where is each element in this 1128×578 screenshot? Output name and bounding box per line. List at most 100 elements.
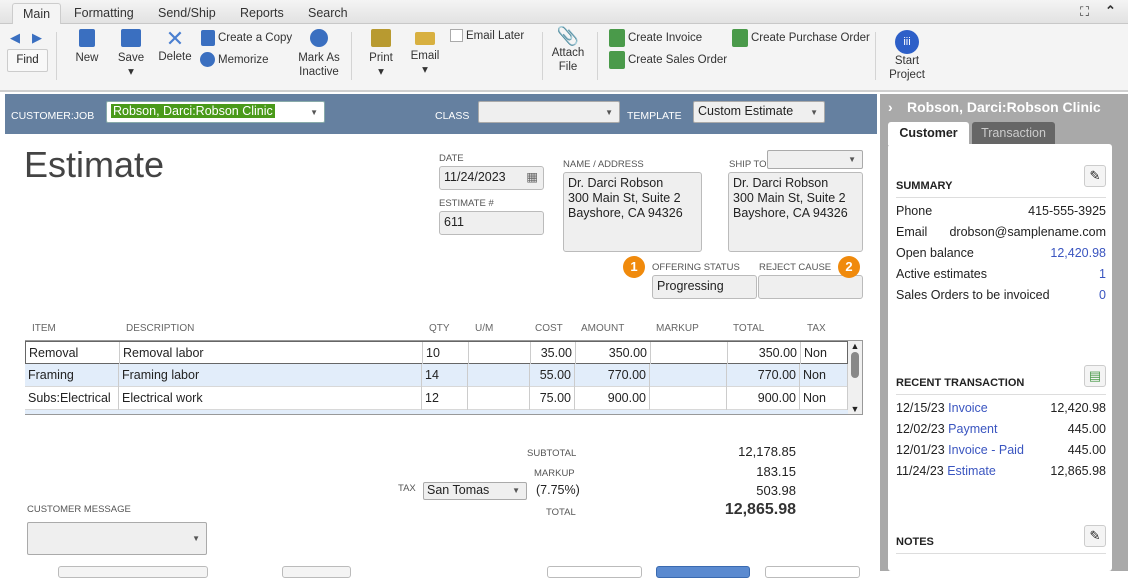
clear-button[interactable] — [765, 566, 860, 578]
cell-amount[interactable]: 900.00 — [575, 387, 650, 410]
mark-inactive-button[interactable]: Mark As Inactive — [294, 29, 344, 79]
customer-message-select[interactable]: ▼ — [27, 522, 207, 555]
cell-markup[interactable] — [650, 387, 727, 410]
cell-um[interactable] — [468, 364, 530, 387]
summary-value[interactable]: 0 — [1099, 288, 1106, 302]
tab-main[interactable]: Main — [12, 3, 62, 24]
next-arrow-icon[interactable]: ▶ — [32, 30, 42, 46]
tab-customer[interactable]: Customer — [888, 122, 969, 145]
cell-item[interactable]: Subs:Electrical — [25, 387, 119, 410]
table-row[interactable]: Subs:Electrical Electrical work 12 75.00 900… — [25, 387, 848, 410]
memorize-button[interactable]: Memorize — [200, 52, 268, 67]
cell-total[interactable]: 350.00 — [728, 342, 801, 365]
table-row[interactable]: Removal Removal labor 10 35.00 350.00 350.00 N… — [25, 341, 849, 365]
table-row[interactable]: Framing Framing labor 14 55.00 770.00 770.00 N… — [25, 364, 848, 387]
create-sales-order-button[interactable]: Create Sales Order — [609, 51, 727, 69]
checkbox-icon[interactable] — [450, 29, 463, 42]
create-invoice-button[interactable]: Create Invoice — [609, 29, 702, 47]
tab-transaction[interactable]: Transaction — [972, 122, 1055, 144]
column-header-description[interactable]: DESCRIPTION — [126, 323, 194, 334]
save-new-button[interactable] — [656, 566, 750, 578]
email-later-checkbox[interactable]: Email Later — [450, 29, 524, 42]
save-button[interactable]: Save ▾ — [116, 29, 146, 79]
cell-tax[interactable]: Non — [800, 387, 848, 410]
expand-icon[interactable]: ⛶ — [1080, 4, 1089, 20]
delete-x-icon: ✕ — [165, 26, 185, 51]
collapse-ribbon-icon[interactable]: ⌃ — [1105, 3, 1116, 19]
footer-button[interactable] — [58, 566, 208, 578]
tab-send-ship[interactable]: Send/Ship — [148, 3, 226, 24]
cell-cost[interactable]: 55.00 — [530, 364, 575, 387]
create-purchase-order-button[interactable]: Create Purchase Order — [732, 29, 870, 47]
column-header-cost[interactable]: COST — [535, 323, 563, 334]
find-button[interactable]: Find — [7, 49, 48, 72]
class-select[interactable]: ▼ — [478, 101, 620, 123]
cell-cost[interactable]: 75.00 — [530, 387, 575, 410]
tab-reports[interactable]: Reports — [230, 3, 294, 24]
cell-tax[interactable]: Non — [801, 342, 849, 365]
email-button[interactable]: Email ▾ — [408, 29, 442, 77]
column-header-markup[interactable]: MARKUP — [656, 323, 699, 334]
cell-desc[interactable]: Removal labor — [120, 342, 423, 365]
cell-markup[interactable] — [651, 342, 728, 365]
name-address-field[interactable]: Dr. Darci Robson 300 Main St, Suite 2 Bays… — [563, 172, 702, 252]
cell-amount[interactable]: 770.00 — [575, 364, 650, 387]
transaction-link[interactable]: Estimate — [947, 464, 996, 478]
tab-formatting[interactable]: Formatting — [64, 3, 144, 24]
cell-qty[interactable]: 10 — [423, 342, 469, 365]
cell-item[interactable]: Framing — [25, 364, 119, 387]
tax-code-select[interactable]: San Tomas ▼ — [423, 482, 527, 500]
scroll-up-icon[interactable]: ▲ — [848, 341, 862, 351]
summary-value[interactable]: 1 — [1099, 267, 1106, 281]
cell-amount[interactable]: 350.00 — [576, 342, 651, 365]
column-header-qty[interactable]: QTY — [429, 323, 450, 334]
previous-arrow-icon[interactable]: ◀ — [10, 30, 20, 46]
footer-button[interactable] — [282, 566, 351, 578]
attach-file-button[interactable]: 📎 Attach File — [550, 27, 586, 74]
scrollbar-thumb[interactable] — [851, 352, 859, 378]
print-button[interactable]: Print ▾ — [366, 29, 396, 79]
ship-to-select[interactable]: ▼ — [767, 150, 863, 169]
cell-tax[interactable]: Non — [800, 364, 848, 387]
cell-item[interactable]: Removal — [26, 342, 120, 365]
create-copy-button[interactable]: Create a Copy — [201, 30, 292, 46]
cell-um[interactable] — [469, 342, 531, 365]
date-field[interactable]: 11/24/2023 ▦ — [439, 166, 544, 190]
template-select[interactable]: Custom Estimate ▼ — [693, 101, 825, 123]
recent-transaction-row: 12/02/23 Payment 445.00 — [896, 422, 1106, 436]
table-row[interactable] — [25, 410, 848, 414]
cell-markup[interactable] — [650, 364, 727, 387]
save-close-button[interactable] — [547, 566, 642, 578]
cell-total[interactable]: 900.00 — [727, 387, 800, 410]
cell-desc[interactable]: Framing labor — [119, 364, 422, 387]
panel-collapse-icon[interactable]: › — [888, 99, 893, 115]
column-header-item[interactable]: ITEM — [32, 323, 56, 334]
start-project-button[interactable]: iii Start Project — [886, 30, 928, 82]
column-header-tax[interactable]: TAX — [807, 323, 826, 334]
transaction-link[interactable]: Invoice — [948, 443, 988, 457]
chevron-down-icon: ▼ — [512, 486, 520, 495]
ship-to-field[interactable]: Dr. Darci Robson 300 Main St, Suite 2 Bays… — [728, 172, 863, 252]
cell-desc[interactable]: Electrical work — [119, 387, 422, 410]
calendar-icon[interactable]: ▦ — [526, 170, 538, 185]
column-header-total[interactable]: TOTAL — [733, 323, 764, 334]
cell-total[interactable]: 770.00 — [727, 364, 800, 387]
table-scrollbar[interactable]: ▲ ▼ — [848, 341, 862, 414]
offering-status-field[interactable]: Progressing — [652, 275, 757, 299]
transaction-link[interactable]: Invoice — [948, 401, 988, 415]
tab-search[interactable]: Search — [298, 3, 358, 24]
cell-qty[interactable]: 14 — [422, 364, 468, 387]
transaction-link[interactable]: Payment — [948, 422, 997, 436]
column-header-um[interactable]: U/M — [475, 323, 493, 334]
delete-button[interactable]: ✕ Delete — [157, 26, 193, 64]
cell-cost[interactable]: 35.00 — [531, 342, 576, 365]
reject-cause-field[interactable] — [758, 275, 863, 299]
cell-um[interactable] — [468, 387, 530, 410]
new-button[interactable]: New — [74, 29, 100, 65]
estimate-number-field[interactable]: 611 — [439, 211, 544, 235]
scroll-down-icon[interactable]: ▼ — [848, 404, 862, 414]
summary-value[interactable]: 12,420.98 — [1050, 246, 1106, 260]
column-header-amount[interactable]: AMOUNT — [581, 323, 624, 334]
customer-job-select[interactable]: Robson, Darci:Robson Clinic ▼ — [106, 101, 325, 123]
cell-qty[interactable]: 12 — [422, 387, 468, 410]
